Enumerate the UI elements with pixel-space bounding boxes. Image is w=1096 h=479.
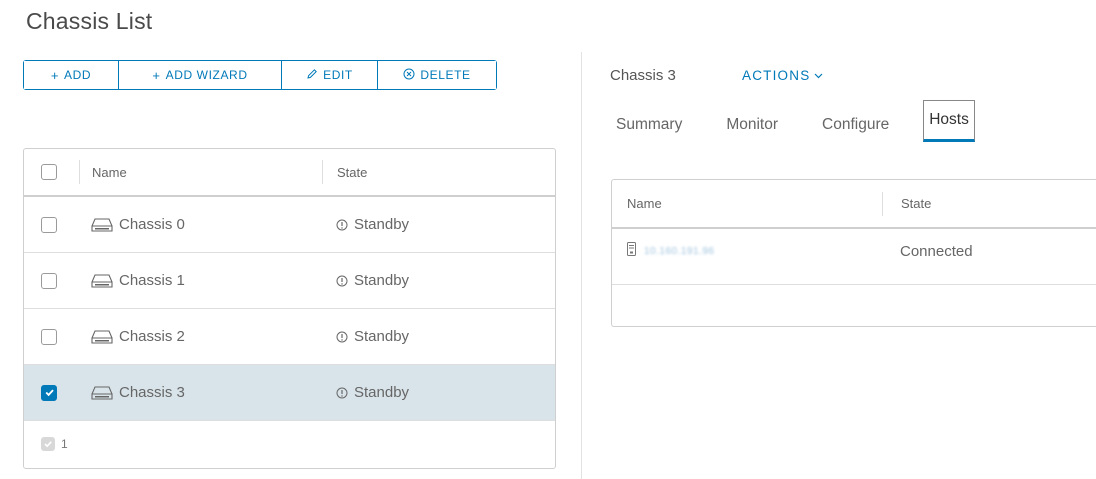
chassis-state: Standby	[354, 216, 410, 233]
selection-count-checkbox-icon	[41, 437, 55, 451]
detail-tabs: Summary Monitor Configure Hosts	[616, 100, 975, 150]
info-circle-icon	[336, 219, 348, 231]
add-wizard-button[interactable]: + ADD WIZARD	[119, 61, 282, 89]
chassis-icon	[91, 273, 113, 288]
chassis-toolbar: + ADD + ADD WIZARD EDIT DELETE	[23, 60, 497, 90]
table-row[interactable]: Chassis 1 Standby	[24, 253, 555, 309]
add-button[interactable]: + ADD	[24, 61, 119, 89]
chassis-name[interactable]: Chassis 2	[119, 328, 185, 345]
chassis-grid: Name State Chassis 0 Standby Chassis 1 Stan…	[23, 148, 556, 469]
pane-divider[interactable]	[581, 52, 582, 479]
delete-button[interactable]: DELETE	[378, 61, 496, 89]
table-row[interactable]: Chassis 3 Standby	[24, 365, 555, 421]
column-header-state[interactable]: State	[322, 160, 555, 184]
chassis-state: Standby	[354, 272, 410, 289]
table-row[interactable]: Chassis 2 Standby	[24, 309, 555, 365]
chassis-state: Standby	[354, 384, 410, 401]
pencil-icon	[306, 68, 318, 83]
actions-label: ACTIONS	[742, 68, 811, 83]
chassis-name[interactable]: Chassis 1	[119, 272, 185, 289]
chassis-grid-header: Name State	[24, 149, 555, 197]
chevron-down-icon	[814, 73, 823, 79]
hosts-column-header-state[interactable]: State	[882, 191, 1096, 216]
grid-footer: 1	[24, 421, 555, 467]
row-checkbox[interactable]	[41, 272, 57, 289]
host-state: Connected	[900, 242, 973, 260]
row-checkbox[interactable]	[41, 216, 57, 233]
plus-icon: +	[152, 67, 161, 83]
selection-count: 1	[61, 437, 68, 451]
table-row[interactable]: Chassis 0 Standby	[24, 197, 555, 253]
info-circle-icon	[336, 275, 348, 287]
row-checkbox[interactable]	[41, 328, 57, 345]
edit-button-label: EDIT	[323, 68, 353, 82]
actions-menu-button[interactable]: ACTIONS	[742, 68, 823, 83]
add-wizard-button-label: ADD WIZARD	[165, 68, 248, 82]
tab-hosts[interactable]: Hosts	[923, 100, 975, 142]
chassis-state: Standby	[354, 328, 410, 345]
edit-button[interactable]: EDIT	[282, 61, 378, 89]
hosts-grid: Name State 10.160.191.96 Connected	[611, 179, 1096, 327]
delete-button-label: DELETE	[420, 68, 471, 82]
plus-icon: +	[50, 67, 60, 83]
chassis-icon	[91, 385, 113, 400]
page-title: Chassis List	[26, 8, 153, 34]
info-circle-icon	[336, 387, 348, 399]
add-button-label: ADD	[64, 68, 92, 82]
info-circle-icon	[336, 331, 348, 343]
host-name-link[interactable]: 10.160.191.96	[644, 246, 714, 257]
chassis-name[interactable]: Chassis 0	[119, 216, 185, 233]
chassis-name[interactable]: Chassis 3	[119, 384, 185, 401]
tab-configure[interactable]: Configure	[822, 100, 889, 150]
hosts-column-header-name[interactable]: Name	[612, 180, 882, 227]
hosts-grid-header: Name State	[612, 180, 1096, 229]
chassis-icon	[91, 329, 113, 344]
chassis-icon	[91, 217, 113, 232]
host-icon	[627, 242, 636, 260]
select-all-checkbox[interactable]	[41, 164, 57, 180]
tab-summary[interactable]: Summary	[616, 100, 682, 150]
object-title: Chassis 3	[610, 67, 676, 84]
tab-monitor[interactable]: Monitor	[726, 100, 778, 150]
circle-x-icon	[403, 68, 415, 83]
row-checkbox[interactable]	[41, 384, 57, 401]
column-header-name[interactable]: Name	[79, 160, 322, 184]
host-row: 10.160.191.96 Connected	[612, 229, 1096, 285]
